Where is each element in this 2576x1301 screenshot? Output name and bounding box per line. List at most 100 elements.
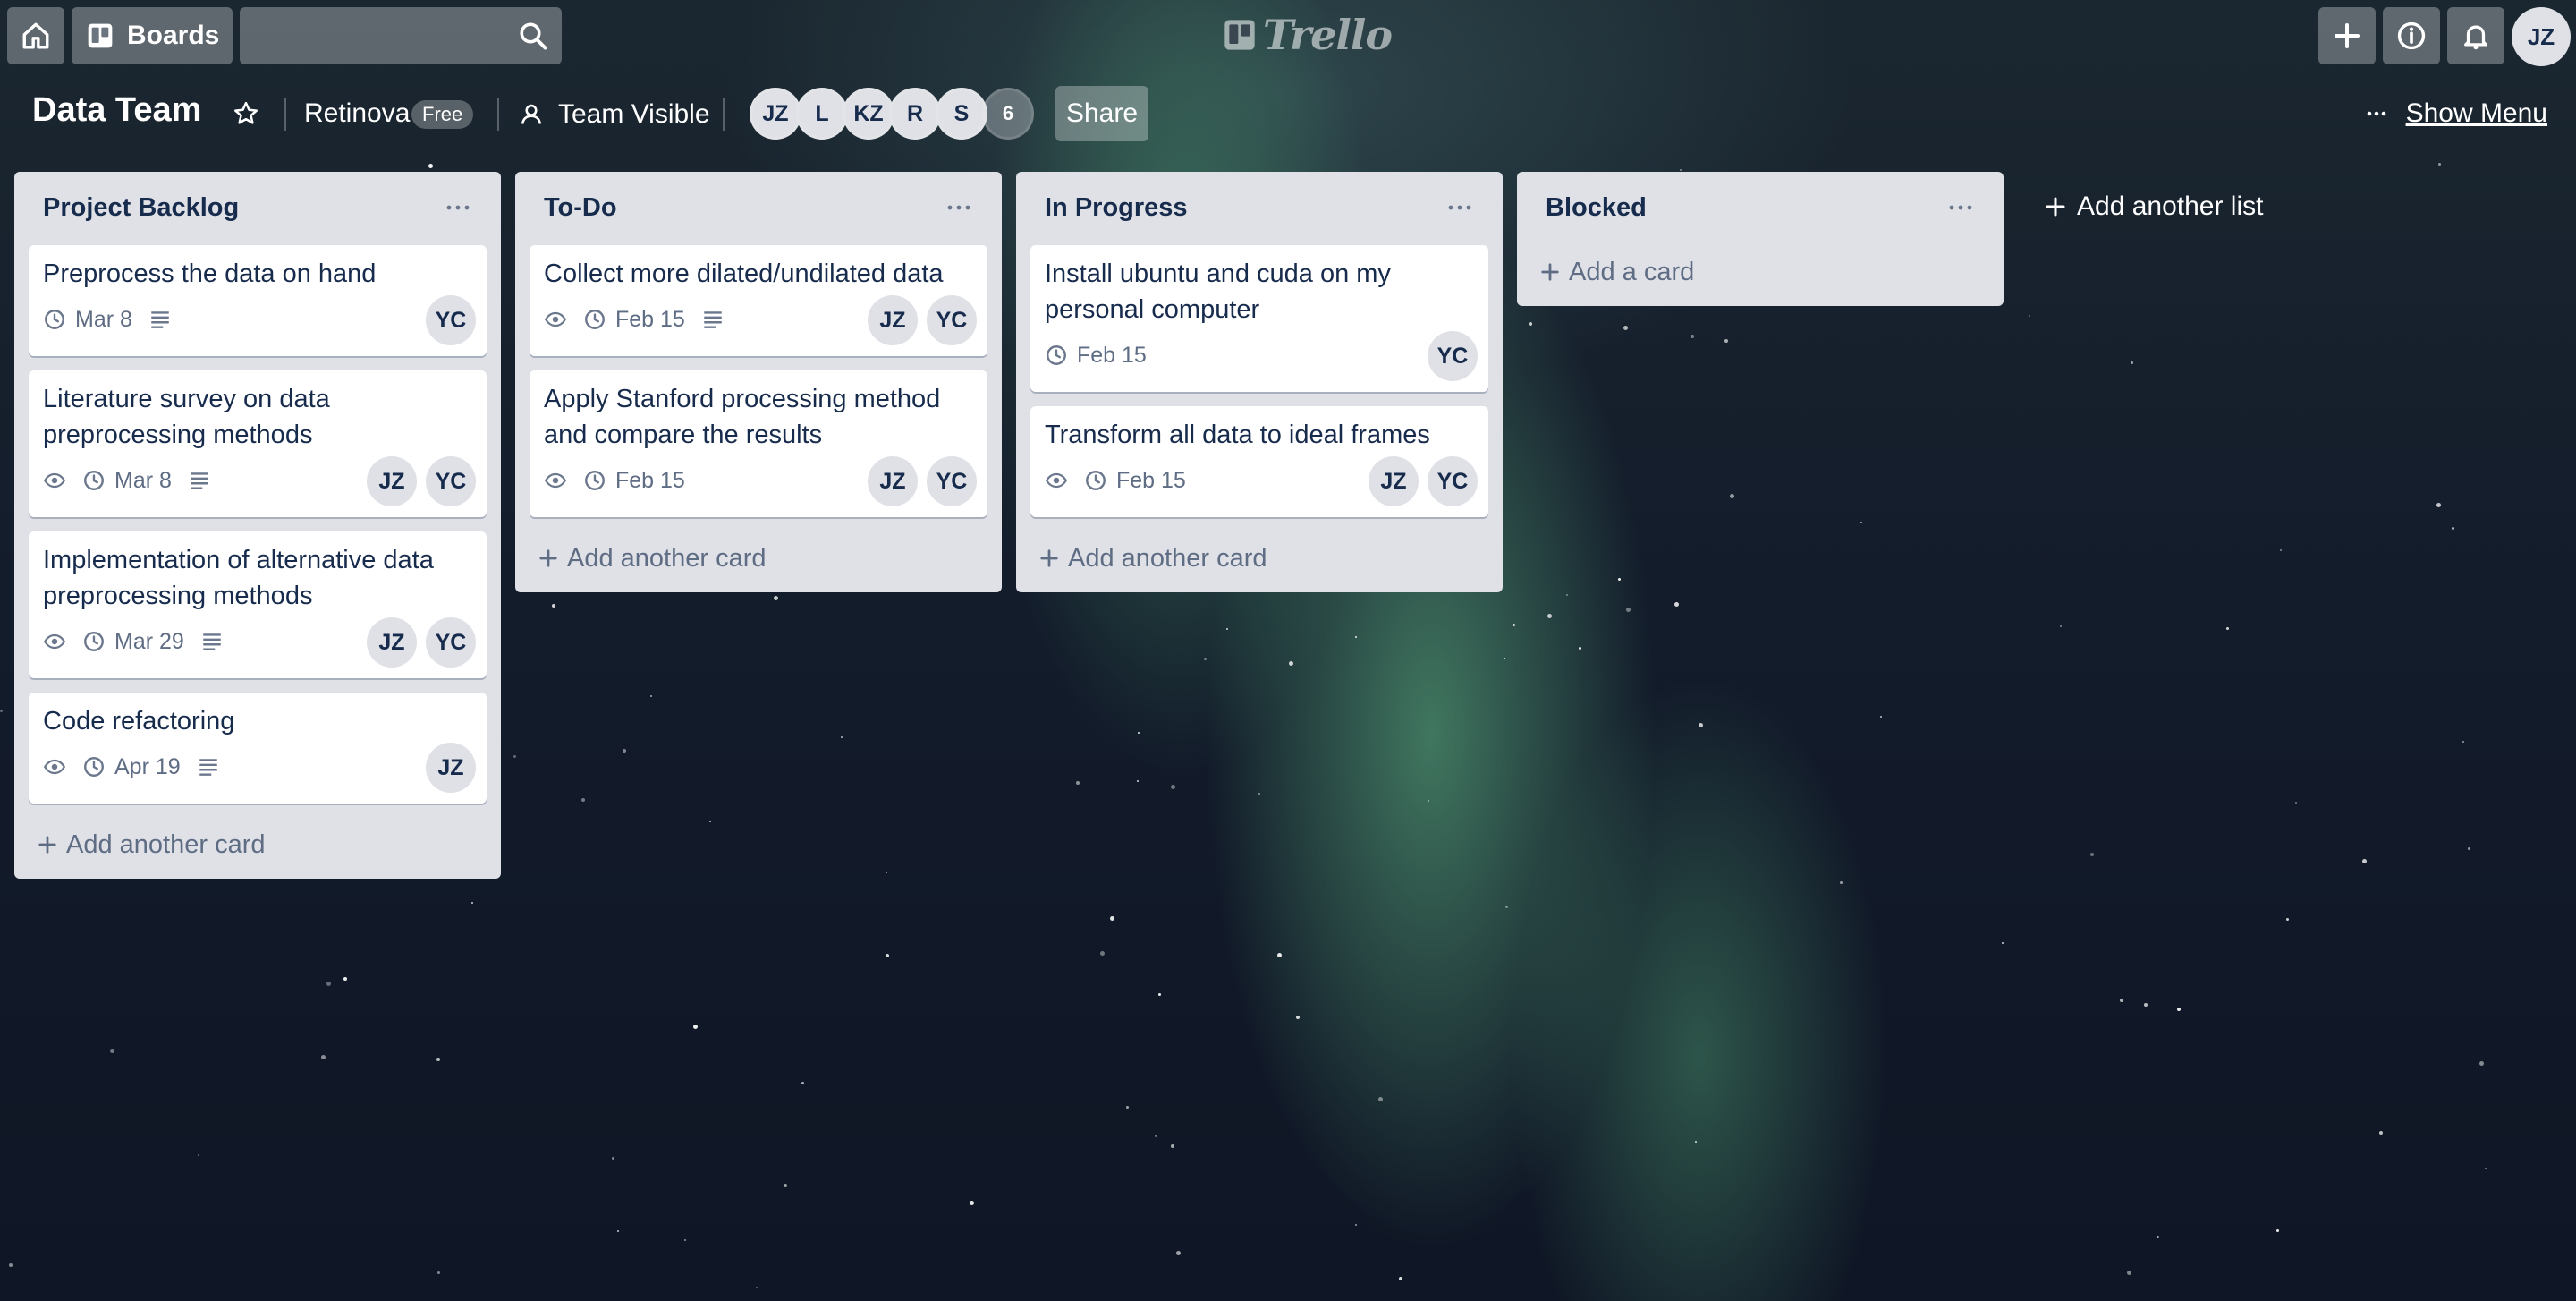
star-dot: [841, 736, 843, 738]
card-member-avatar[interactable]: YC: [426, 456, 476, 506]
card-members: YC: [426, 295, 476, 345]
due-date: Feb 15: [1116, 467, 1186, 493]
member-avatar[interactable]: S: [936, 88, 987, 140]
info-icon: [2397, 21, 2426, 50]
card-title: Literature survey on data preprocessing …: [43, 385, 330, 449]
card-member-avatar[interactable]: YC: [927, 456, 977, 506]
team-name[interactable]: Retinova: [304, 98, 410, 129]
star-dot: [756, 1287, 758, 1288]
card-member-avatar[interactable]: YC: [927, 295, 977, 345]
card-member-avatar[interactable]: YC: [426, 295, 476, 345]
star-dot: [436, 1058, 440, 1061]
list-menu-button[interactable]: [1440, 188, 1479, 227]
card[interactable]: Preprocess the data on hand Mar 8 YC: [29, 245, 487, 356]
card-member-avatar[interactable]: JZ: [426, 743, 476, 793]
user-avatar[interactable]: JZ: [2512, 7, 2571, 66]
list-title[interactable]: Blocked: [1546, 193, 1647, 223]
star-dot: [9, 1263, 13, 1267]
member-avatar[interactable]: KZ: [843, 88, 894, 140]
card-member-avatar[interactable]: JZ: [868, 295, 918, 345]
add-card-button[interactable]: Add another card: [1023, 531, 1496, 585]
top-header: Boards Trello JZ: [0, 0, 2576, 72]
member-avatar[interactable]: JZ: [750, 88, 801, 140]
bell-icon: [2464, 25, 2487, 50]
card-member-avatar[interactable]: YC: [426, 617, 476, 668]
card-title: Collect more dilated/undilated data: [544, 259, 944, 288]
star-dot: [2144, 1003, 2148, 1007]
eye-icon: [544, 308, 567, 331]
card-member-avatar[interactable]: YC: [1428, 331, 1478, 381]
star-dot: [1355, 636, 1357, 638]
create-button[interactable]: [2318, 7, 2376, 64]
star-dot: [2090, 853, 2094, 856]
star-dot: [2120, 999, 2123, 1002]
star-dot: [2379, 1131, 2383, 1135]
notifications-button[interactable]: [2447, 7, 2504, 64]
star-dot: [2295, 802, 2297, 804]
card-member-avatar[interactable]: JZ: [1368, 456, 1419, 506]
header-divider: [284, 98, 286, 131]
list-title[interactable]: Project Backlog: [43, 193, 239, 223]
watching-badge: [1045, 469, 1068, 492]
list-header: To-Do: [515, 172, 1002, 245]
card-member-avatar[interactable]: JZ: [367, 617, 417, 668]
card[interactable]: Collect more dilated/undilated data Feb 1…: [530, 245, 987, 356]
share-button[interactable]: Share: [1055, 86, 1148, 141]
star-dot: [2127, 1271, 2131, 1275]
star-dot: [1674, 602, 1679, 607]
add-card-button[interactable]: Add another card: [522, 531, 995, 585]
star-dot: [1277, 953, 1282, 957]
list-menu-button[interactable]: [1941, 188, 1980, 227]
card[interactable]: Code refactoring Apr 19 JZ: [29, 693, 487, 804]
star-dot: [1126, 1106, 1129, 1109]
info-button[interactable]: [2383, 7, 2440, 64]
star-dot: [1695, 1141, 1697, 1143]
star-dot: [1138, 732, 1140, 734]
clock-icon: [82, 469, 106, 492]
star-dot: [1399, 1277, 1402, 1280]
card-member-avatar[interactable]: JZ: [367, 456, 417, 506]
clock-icon: [82, 755, 106, 778]
card-members: JZ YC: [1368, 456, 1478, 506]
card-member-avatar[interactable]: JZ: [868, 456, 918, 506]
card-member-avatar[interactable]: YC: [1428, 456, 1478, 506]
visibility-button[interactable]: Team Visible: [519, 95, 710, 134]
star-dot: [2452, 527, 2454, 530]
star-dot: [1289, 661, 1293, 666]
due-date-badge: Mar 8: [43, 307, 132, 333]
add-card-button[interactable]: Add another card: [21, 818, 494, 872]
star-dot: [1100, 951, 1105, 956]
add-card-button[interactable]: Add a card: [1524, 245, 1996, 299]
list-menu-button[interactable]: [939, 188, 979, 227]
star-dot: [774, 596, 778, 600]
list-title[interactable]: To-Do: [544, 193, 617, 223]
star-dot: [1258, 793, 1260, 795]
card[interactable]: Install ubuntu and cuda on my personal c…: [1030, 245, 1488, 392]
add-card-label: Add another card: [66, 829, 266, 859]
add-list-button[interactable]: Add another list: [2030, 175, 2517, 238]
due-date-badge: Feb 15: [1084, 468, 1186, 494]
clock-icon: [583, 308, 606, 331]
boards-label: Boards: [127, 21, 220, 50]
member-avatar[interactable]: L: [796, 88, 848, 140]
star-board-button[interactable]: [224, 91, 268, 136]
more-members-count[interactable]: 6: [982, 88, 1034, 140]
search-box[interactable]: [240, 7, 562, 64]
trello-logo[interactable]: Trello: [1222, 11, 1393, 59]
search-icon[interactable]: [517, 20, 549, 52]
boards-button[interactable]: Boards: [72, 7, 233, 64]
card[interactable]: Literature survey on data preprocessing …: [29, 370, 487, 517]
card[interactable]: Implementation of alternative data prepr…: [29, 531, 487, 678]
card[interactable]: Apply Stanford processing method and com…: [530, 370, 987, 517]
plan-badge: Free: [411, 100, 474, 129]
home-button[interactable]: [7, 7, 64, 64]
logo-text: Trello: [1263, 11, 1393, 59]
more-horizontal-icon: [1949, 205, 1972, 210]
card[interactable]: Transform all data to ideal frames Feb 15…: [1030, 406, 1488, 517]
list-title[interactable]: In Progress: [1045, 193, 1188, 223]
show-menu-button[interactable]: Show Menu: [2367, 98, 2547, 129]
board-title[interactable]: Data Team: [32, 91, 201, 130]
member-avatar[interactable]: R: [889, 88, 941, 140]
search-input[interactable]: [252, 7, 503, 64]
list-menu-button[interactable]: [438, 188, 478, 227]
